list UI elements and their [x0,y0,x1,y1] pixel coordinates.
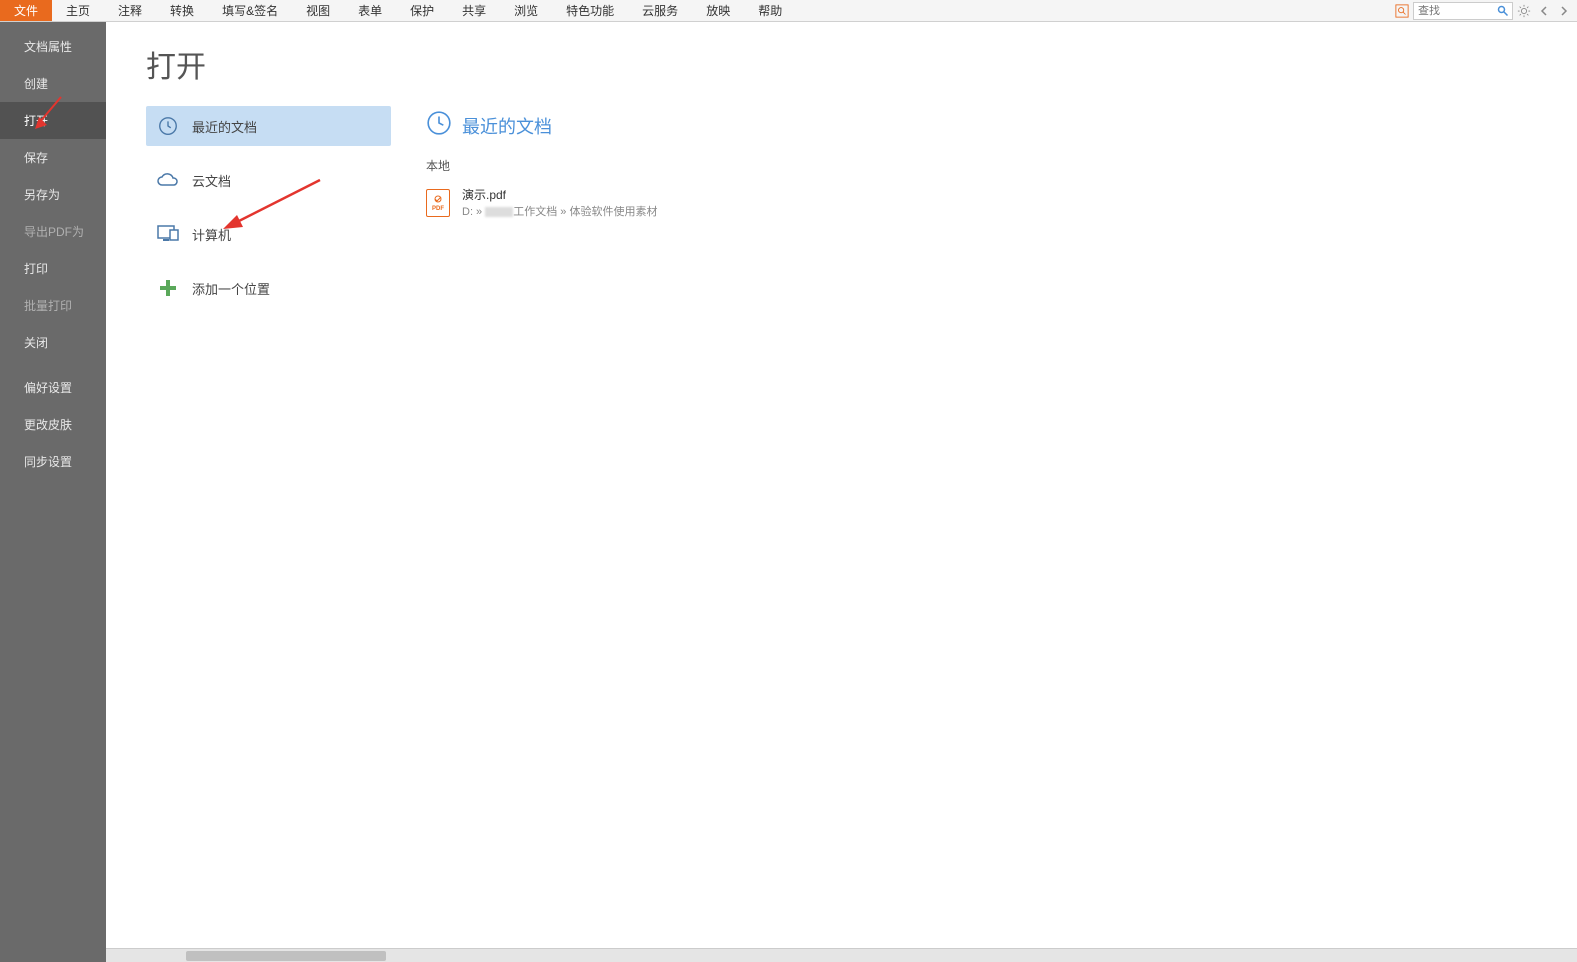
content-header-title: 最近的文档 [462,113,552,139]
computer-icon [156,222,180,246]
ribbon-tab-cloud[interactable]: 云服务 [628,0,692,21]
ribbon-tab-fillsign[interactable]: 填写&签名 [208,0,292,21]
nav-next-icon[interactable] [1555,2,1573,20]
highlight-search-icon[interactable] [1393,2,1411,20]
sidebar-item-batchprint[interactable]: 批量打印 [0,287,106,324]
ribbon-tab-features[interactable]: 特色功能 [552,0,628,21]
ribbon-tab-form[interactable]: 表单 [344,0,396,21]
sidebar-item-sync[interactable]: 同步设置 [0,443,106,480]
search-box[interactable] [1413,2,1513,20]
open-locations-column: 打开 最近的文档 云文档 计算机 [106,22,396,962]
file-sidebar: 文档属性 创建 打开 保存 另存为 导出PDF为 打印 批量打印 关闭 偏好设置… [0,22,106,962]
sidebar-item-close[interactable]: 关闭 [0,324,106,361]
location-label: 添加一个位置 [192,279,270,298]
location-label: 云文档 [192,171,231,190]
location-add[interactable]: 添加一个位置 [146,268,391,308]
recent-file-row[interactable]: PDF 演示.pdf D: » 工作文档 » 体验软件使用素材 [426,182,1577,223]
ribbon-tab-convert[interactable]: 转换 [156,0,208,21]
sidebar-item-create[interactable]: 创建 [0,65,106,102]
cloud-icon [156,168,180,192]
ribbon-tab-view[interactable]: 视图 [292,0,344,21]
file-name: 演示.pdf [462,186,657,203]
sidebar-item-preferences[interactable]: 偏好设置 [0,369,106,406]
sidebar-item-open[interactable]: 打开 [0,102,106,139]
clock-icon [156,114,180,138]
page-title: 打开 [146,42,396,86]
ribbon-tab-share[interactable]: 共享 [448,0,500,21]
location-recent[interactable]: 最近的文档 [146,106,391,146]
sidebar-item-skin[interactable]: 更改皮肤 [0,406,106,443]
ribbon-tab-home[interactable]: 主页 [52,0,104,21]
scrollbar-thumb[interactable] [186,951,386,961]
ribbon-tab-browse[interactable]: 浏览 [500,0,552,21]
ribbon-tab-slideshow[interactable]: 放映 [692,0,744,21]
location-cloud[interactable]: 云文档 [146,160,391,200]
sidebar-item-properties[interactable]: 文档属性 [0,28,106,65]
pdf-file-icon: PDF [426,189,450,217]
file-path: D: » 工作文档 » 体验软件使用素材 [462,203,657,219]
location-computer[interactable]: 计算机 [146,214,391,254]
gear-icon[interactable] [1515,2,1533,20]
ribbon-tab-help[interactable]: 帮助 [744,0,796,21]
sidebar-item-saveas[interactable]: 另存为 [0,176,106,213]
search-icon[interactable] [1494,3,1512,19]
section-local-label: 本地 [426,157,1577,174]
plus-icon [156,276,180,300]
location-label: 计算机 [192,225,231,244]
location-label: 最近的文档 [192,117,257,136]
ribbon-tab-file[interactable]: 文件 [0,0,52,21]
nav-prev-icon[interactable] [1535,2,1553,20]
clock-icon [426,110,452,141]
ribbon-tab-protect[interactable]: 保护 [396,0,448,21]
sidebar-item-export[interactable]: 导出PDF为 [0,213,106,250]
content-column: 最近的文档 本地 PDF 演示.pdf D: » 工作文档 » 体验软件使用素材 [396,22,1577,962]
ribbon-tab-comment[interactable]: 注释 [104,0,156,21]
horizontal-scrollbar[interactable] [106,948,1577,962]
ribbon-bar: 文件 主页 注释 转换 填写&签名 视图 表单 保护 共享 浏览 特色功能 云服… [0,0,1577,22]
search-input[interactable] [1414,5,1494,17]
sidebar-item-save[interactable]: 保存 [0,139,106,176]
sidebar-item-print[interactable]: 打印 [0,250,106,287]
